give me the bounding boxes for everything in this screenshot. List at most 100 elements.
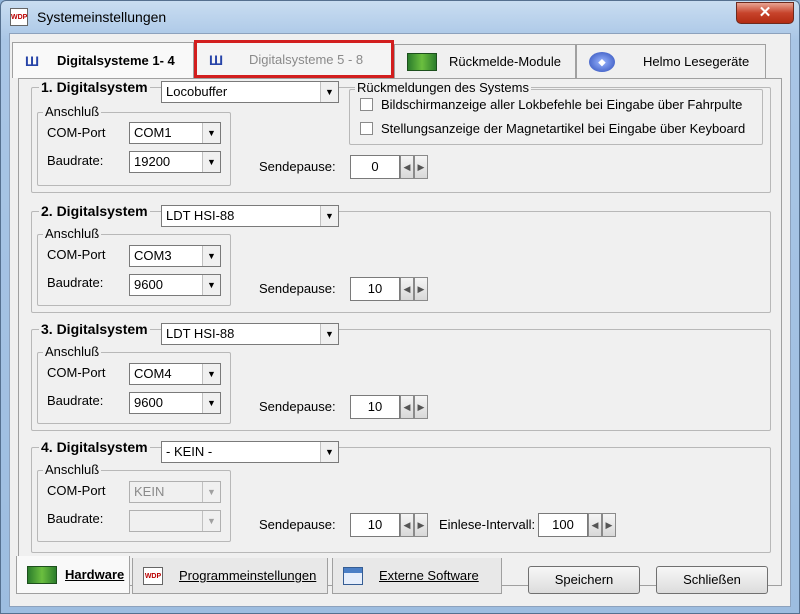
tab-label: Helmo Lesegeräte (643, 54, 750, 69)
dialog-client-area: Ш Digitalsysteme 1- 4 Ш Digitalsysteme 5… (9, 33, 791, 607)
einlese-intervall-label: Einlese-Intervall: (439, 517, 536, 532)
helmo-reader-icon: ◆ (589, 51, 615, 72)
anschluss-label: Anschluß (43, 344, 102, 359)
spinner-value[interactable]: 10 (350, 277, 400, 301)
system-4-type-select[interactable]: - KEIN - ▼ (161, 441, 339, 463)
checkbox-box[interactable] (360, 122, 373, 135)
spin-right-icon[interactable]: ▶ (414, 395, 428, 419)
tab-programmeinstellungen[interactable]: WDP Programmeinstellungen (132, 558, 328, 594)
system-4-title: 4. Digitalsystem (39, 439, 150, 455)
chevron-down-icon: ▼ (202, 364, 220, 384)
com-port-label: COM-Port (47, 365, 106, 380)
com-port-label: COM-Port (47, 125, 106, 140)
spinner-value[interactable]: 10 (350, 395, 400, 419)
tab-externe-software[interactable]: Externe Software (332, 558, 502, 594)
tab-digitalsysteme-1-4[interactable]: Ш Digitalsysteme 1- 4 (12, 42, 194, 78)
save-button[interactable]: Speichern (528, 566, 640, 594)
checkbox-lokbefehle[interactable]: Bildschirmanzeige aller Lokbefehle bei E… (360, 97, 742, 112)
close-button[interactable]: Schließen (656, 566, 768, 594)
wdp-icon: WDP (143, 566, 163, 585)
rueckmeldungen-title: Rückmeldungen des Systems (355, 80, 531, 95)
selected-value: - KEIN - (166, 444, 213, 459)
system-4-einlese-intervall-spinner[interactable]: 100 ◀ ▶ (538, 513, 616, 537)
tab-label: Hardware (65, 567, 125, 582)
tab-label: Programmeinstellungen (179, 568, 317, 583)
anschluss-label: Anschluß (43, 104, 102, 119)
sendepause-label: Sendepause: (259, 281, 336, 296)
system-1-baudrate-select[interactable]: 19200 ▼ (129, 151, 221, 173)
baudrate-label: Baudrate: (47, 511, 104, 526)
circuit-board-icon (27, 565, 57, 584)
system-4-baudrate-select[interactable]: ▼ (129, 510, 221, 532)
system-1-sendepause-spinner[interactable]: 0 ◀ ▶ (350, 155, 428, 179)
chevron-down-icon: ▼ (320, 324, 338, 344)
sendepause-label: Sendepause: (259, 159, 336, 174)
title-bar[interactable]: WDP Systemeinstellungen ✕ (1, 1, 799, 33)
baudrate-label: Baudrate: (47, 153, 104, 168)
tab-digitalsysteme-5-8[interactable]: Ш Digitalsysteme 5 - 8 (194, 40, 394, 78)
system-3-type-select[interactable]: LDT HSI-88 ▼ (161, 323, 339, 345)
anschluss-label: Anschluß (43, 226, 102, 241)
spin-right-icon[interactable]: ▶ (414, 155, 428, 179)
system-4-sendepause-spinner[interactable]: 10 ◀ ▶ (350, 513, 428, 537)
anschluss-label: Anschluß (43, 462, 102, 477)
selected-value: LDT HSI-88 (166, 208, 235, 223)
tab-label: Externe Software (379, 568, 479, 583)
system-2-com-port-select[interactable]: COM3 ▼ (129, 245, 221, 267)
checkbox-magnetartikel[interactable]: Stellungsanzeige der Magnetartikel bei E… (360, 121, 745, 136)
settings-window: WDP Systemeinstellungen ✕ Ш Digitalsyste… (0, 0, 800, 614)
selected-value: COM1 (134, 125, 172, 140)
chevron-down-icon: ▼ (320, 206, 338, 226)
spin-left-icon[interactable]: ◀ (400, 277, 414, 301)
selected-value: LDT HSI-88 (166, 326, 235, 341)
tab-helmo-lesegeraete[interactable]: ◆ Helmo Lesegeräte (576, 44, 766, 78)
window-title: Systemeinstellungen (37, 9, 167, 25)
circuit-board-icon (407, 52, 437, 71)
spin-left-icon[interactable]: ◀ (400, 395, 414, 419)
system-1-com-port-select[interactable]: COM1 ▼ (129, 122, 221, 144)
digital-system-icon: Ш (25, 52, 40, 69)
system-2-type-select[interactable]: LDT HSI-88 ▼ (161, 205, 339, 227)
chevron-down-icon: ▼ (202, 123, 220, 143)
window-icon (343, 566, 363, 585)
tab-rueckmelde-module[interactable]: Rückmelde-Module (394, 44, 576, 78)
system-2-baudrate-select[interactable]: 9600 ▼ (129, 274, 221, 296)
tab-hardware[interactable]: Hardware (16, 556, 130, 594)
chevron-down-icon: ▼ (202, 152, 220, 172)
baudrate-label: Baudrate: (47, 393, 104, 408)
app-icon: WDP (10, 8, 28, 26)
digital-system-icon: Ш (209, 51, 224, 68)
system-4-com-port-select[interactable]: KEIN ▼ (129, 481, 221, 503)
system-3-baudrate-select[interactable]: 9600 ▼ (129, 392, 221, 414)
selected-value: 19200 (134, 154, 171, 169)
spinner-value[interactable]: 10 (350, 513, 400, 537)
system-3-sendepause-spinner[interactable]: 10 ◀ ▶ (350, 395, 428, 419)
spin-right-icon[interactable]: ▶ (414, 513, 428, 537)
system-2-title: 2. Digitalsystem (39, 203, 150, 219)
chevron-down-icon: ▼ (202, 482, 220, 502)
spinner-value[interactable]: 0 (350, 155, 400, 179)
selected-value: COM4 (134, 366, 172, 381)
spin-left-icon[interactable]: ◀ (400, 513, 414, 537)
checkbox-label: Bildschirmanzeige aller Lokbefehle bei E… (381, 97, 743, 112)
spin-right-icon[interactable]: ▶ (602, 513, 616, 537)
chevron-down-icon: ▼ (320, 82, 338, 102)
checkbox-label: Stellungsanzeige der Magnetartikel bei E… (381, 121, 746, 136)
spin-right-icon[interactable]: ▶ (414, 277, 428, 301)
system-1-type-select[interactable]: Locobuffer ▼ (161, 81, 339, 103)
checkbox-box[interactable] (360, 98, 373, 111)
system-3-com-port-select[interactable]: COM4 ▼ (129, 363, 221, 385)
window-close-button[interactable]: ✕ (736, 2, 794, 24)
selected-value: Locobuffer (166, 84, 228, 99)
selected-value: 9600 (134, 277, 163, 292)
sendepause-label: Sendepause: (259, 399, 336, 414)
tab-label: Rückmelde-Module (449, 54, 561, 69)
tab-label: Digitalsysteme 5 - 8 (249, 52, 364, 67)
system-1-title: 1. Digitalsystem (39, 79, 150, 95)
spin-left-icon[interactable]: ◀ (400, 155, 414, 179)
chevron-down-icon: ▼ (202, 275, 220, 295)
system-2-sendepause-spinner[interactable]: 10 ◀ ▶ (350, 277, 428, 301)
spinner-value[interactable]: 100 (538, 513, 588, 537)
chevron-down-icon: ▼ (202, 393, 220, 413)
spin-left-icon[interactable]: ◀ (588, 513, 602, 537)
